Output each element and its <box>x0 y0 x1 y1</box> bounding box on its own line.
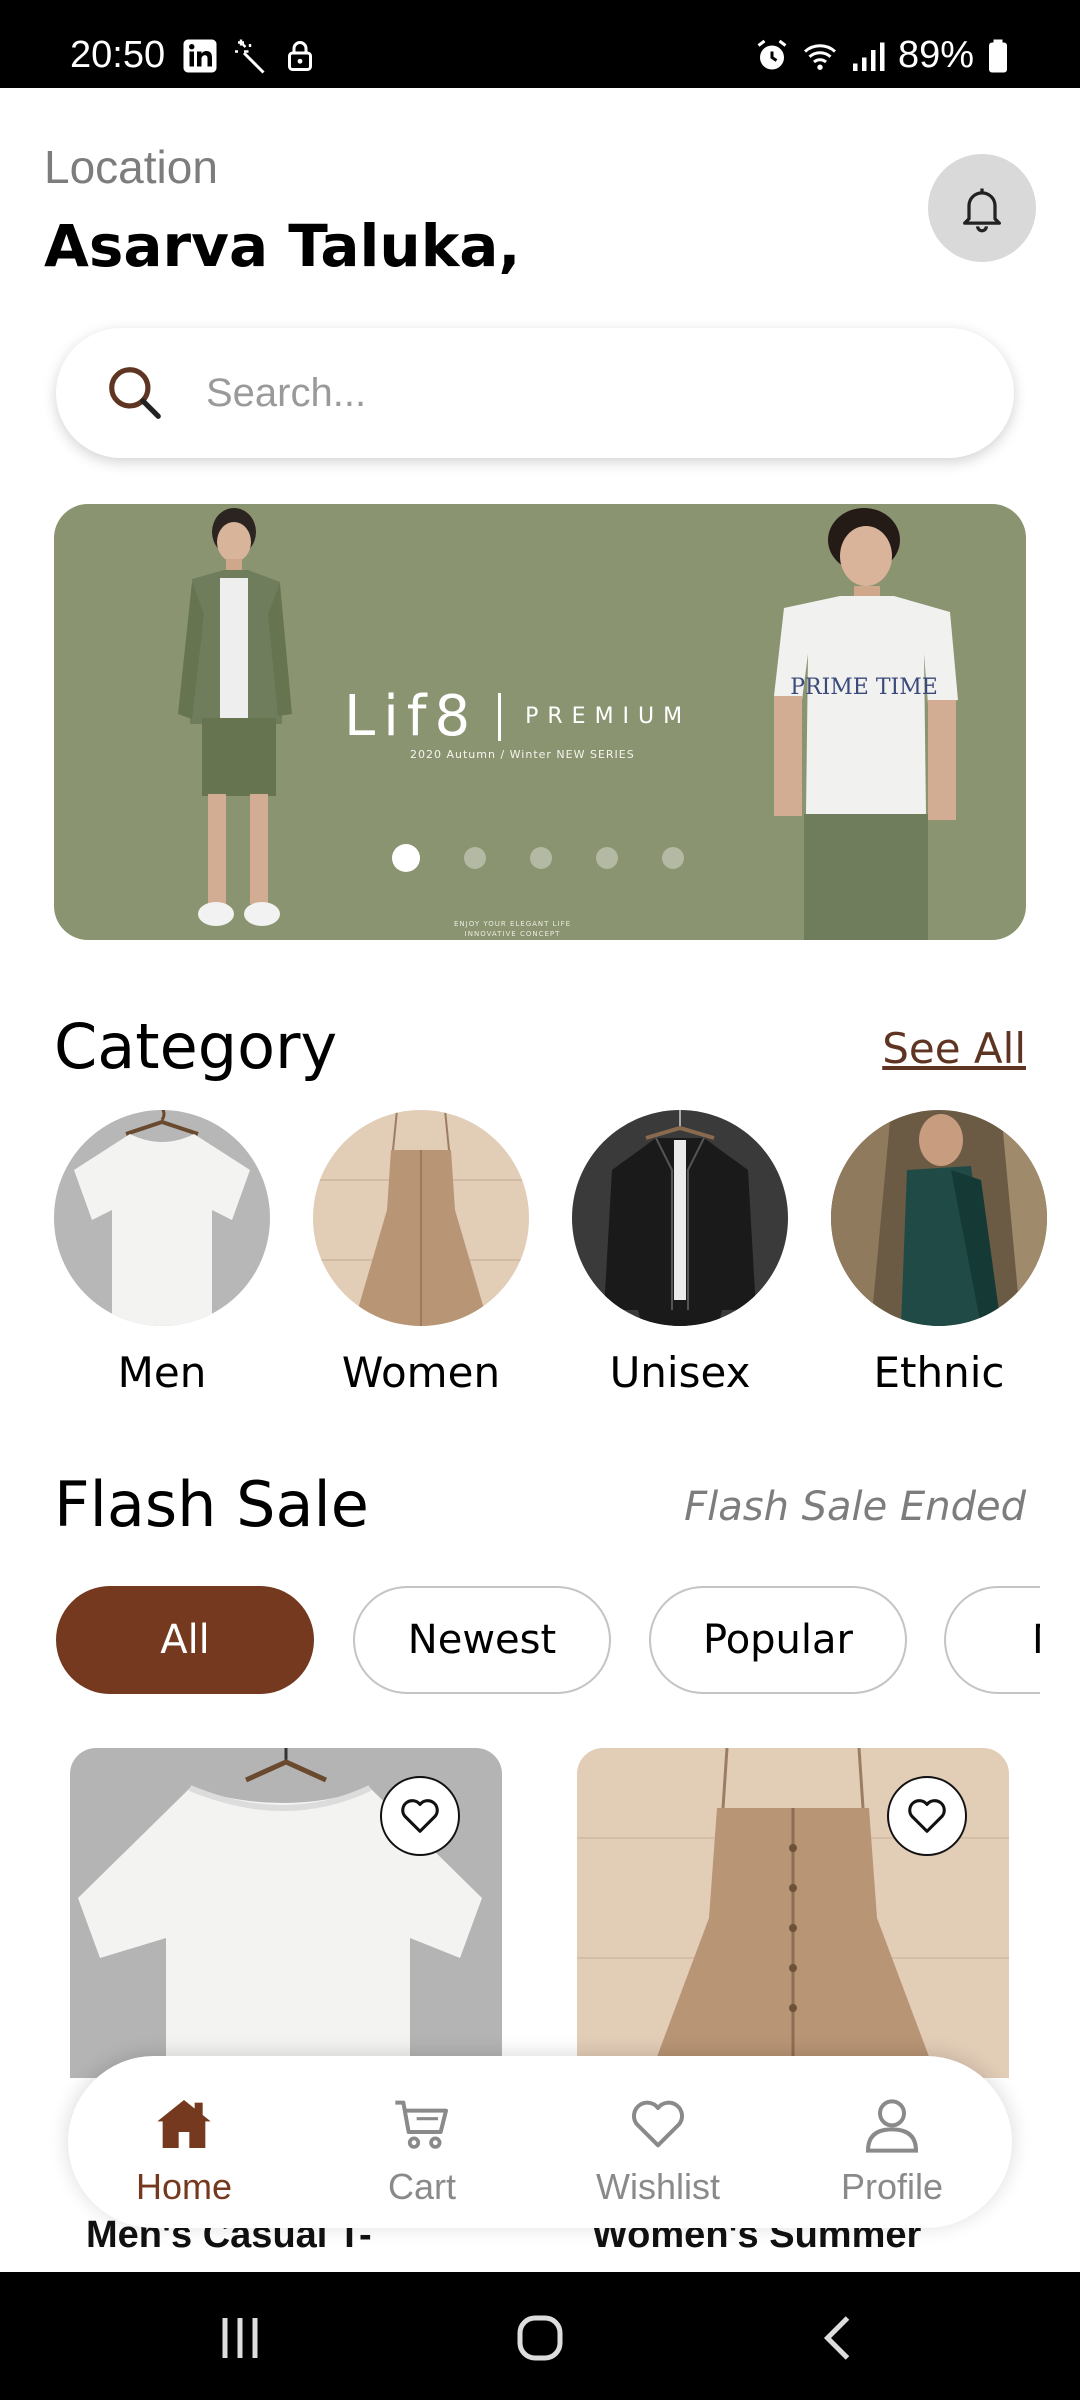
banner-footer-line2: INNOVATIVE CONCEPT <box>464 930 561 938</box>
carousel-dot[interactable] <box>530 847 552 869</box>
banner-footer-line1: ENJOY YOUR ELEGANT LIFE <box>454 920 572 928</box>
carousel-dot[interactable] <box>596 847 618 869</box>
category-label: Unisex <box>609 1348 751 1397</box>
filter-more[interactable]: M <box>944 1586 1040 1694</box>
category-title: Category <box>54 1010 338 1083</box>
cart-icon <box>395 2100 448 2149</box>
banner-model-left <box>178 508 292 926</box>
linkedin-icon <box>183 39 217 73</box>
home-icon <box>157 2100 211 2148</box>
nav-wishlist[interactable]: Wishlist <box>558 2092 758 2208</box>
heart-icon <box>401 1799 439 1833</box>
notification-button[interactable] <box>928 154 1036 262</box>
flash-sale-title: Flash Sale <box>54 1468 369 1541</box>
nav-label: Profile <box>840 2166 944 2207</box>
bottom-nav: Home Cart Wishlist Profile <box>68 2056 1012 2228</box>
magic-wand-icon <box>235 39 265 74</box>
status-time: 20:50 <box>70 34 166 76</box>
category-label: Men <box>117 1348 207 1397</box>
product-card[interactable] <box>577 1748 1009 2078</box>
category-label: Women <box>341 1348 501 1397</box>
nav-label: Cart <box>387 2166 456 2207</box>
heart-icon <box>908 1799 946 1833</box>
nav-home[interactable]: Home <box>84 2092 284 2208</box>
category-label: Ethnic <box>873 1348 1005 1397</box>
shirt-print: PRIME TIME <box>790 675 938 700</box>
nav-label: Wishlist <box>596 2166 720 2207</box>
battery-percent: 89% <box>897 34 974 76</box>
status-bar: 20:50 89% <box>0 0 1080 88</box>
carousel-dots <box>392 844 684 872</box>
profile-icon <box>865 2099 919 2153</box>
category-unisex[interactable]: Unisex <box>572 1110 788 1397</box>
alarm-icon <box>757 39 787 69</box>
wifi-icon <box>803 43 836 70</box>
product-card[interactable] <box>70 1748 502 2078</box>
signal-icon <box>852 42 885 71</box>
nav-profile[interactable]: Profile <box>792 2092 992 2208</box>
flash-sale-status: Flash Sale Ended <box>684 1484 1026 1530</box>
product-image <box>577 1748 1009 2078</box>
brand-tagline: PREMIUM <box>525 704 692 729</box>
filter-all[interactable]: All <box>56 1586 314 1694</box>
brand-logo: Lif8 <box>344 684 479 749</box>
banner-series: 2020 Autumn / Winter NEW SERIES <box>410 748 635 761</box>
banner-footer: ENJOY YOUR ELEGANT LIFE INNOVATIVE CONCE… <box>454 919 571 939</box>
brand-divider <box>498 692 502 741</box>
lock-icon <box>288 41 312 71</box>
see-all-link[interactable]: See All <box>882 1024 1026 1073</box>
category-ethnic[interactable]: Ethnic <box>831 1110 1047 1397</box>
system-nav-bar <box>0 2272 1080 2400</box>
carousel-dot[interactable] <box>464 847 486 869</box>
battery-icon <box>989 39 1007 72</box>
category-men[interactable]: Men <box>54 1110 270 1397</box>
category-image-ethnic <box>831 1110 1047 1326</box>
search-input[interactable] <box>206 358 966 428</box>
filter-popular[interactable]: Popular <box>649 1586 907 1694</box>
favorite-button[interactable] <box>380 1776 460 1856</box>
banner-brand: Lif8 PREMIUM <box>344 684 691 749</box>
category-image-men <box>54 1110 270 1326</box>
location-value[interactable]: Asarva Taluka, <box>44 212 520 280</box>
search-bar[interactable] <box>56 328 1014 458</box>
category-women[interactable]: Women <box>313 1110 529 1397</box>
category-image-unisex <box>572 1110 788 1326</box>
product-image <box>70 1748 502 2078</box>
back-icon[interactable] <box>810 2308 870 2368</box>
promo-banner[interactable]: PRIME TIME Lif8 PREMIUM 2020 Autumn / Wi… <box>54 504 1026 940</box>
banner-model-right: PRIME TIME <box>774 508 958 940</box>
filter-newest[interactable]: Newest <box>353 1586 611 1694</box>
recent-apps-icon[interactable] <box>210 2308 270 2368</box>
category-image-women <box>313 1110 529 1326</box>
carousel-dot[interactable] <box>662 847 684 869</box>
heart-icon <box>632 2100 684 2148</box>
home-system-icon[interactable] <box>510 2308 570 2368</box>
carousel-dot[interactable] <box>392 844 420 872</box>
location-label: Location <box>44 141 218 193</box>
bell-icon <box>963 188 1001 233</box>
nav-label: Home <box>135 2166 233 2207</box>
search-icon[interactable] <box>104 362 166 424</box>
favorite-button[interactable] <box>887 1776 967 1856</box>
nav-cart[interactable]: Cart <box>322 2092 522 2208</box>
